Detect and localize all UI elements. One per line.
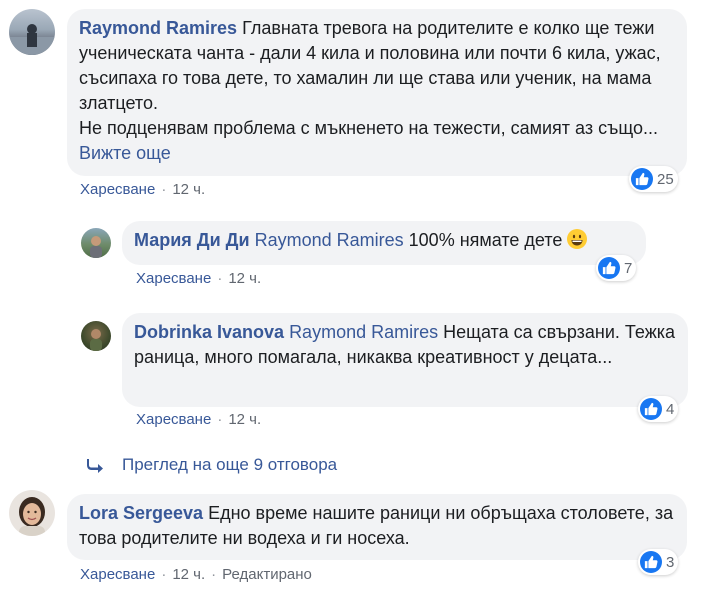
like-link[interactable]: Харесване: [136, 411, 211, 428]
like-link[interactable]: Харесване: [136, 270, 211, 287]
reactions-number: 7: [624, 259, 633, 277]
timestamp[interactable]: 12 ч.: [172, 181, 205, 198]
avatar-dobrinka[interactable]: [81, 321, 111, 351]
reply-author[interactable]: Мария Ди Ди: [134, 230, 250, 250]
avatar-maria[interactable]: [81, 228, 111, 258]
comment-author[interactable]: Lora Sergeeva: [79, 503, 203, 523]
like-icon: [640, 551, 662, 573]
like-icon: [640, 398, 662, 420]
avatar-lora[interactable]: [9, 490, 55, 536]
timestamp[interactable]: 12 ч.: [228, 411, 261, 428]
reactions-count[interactable]: 3: [638, 549, 679, 575]
like-link[interactable]: Харесване: [80, 566, 155, 583]
edited-label[interactable]: Редактирано: [222, 566, 312, 583]
comment-bubble: Raymond Ramires Главната тревога на роди…: [67, 9, 687, 176]
view-more-replies-link[interactable]: Преглед на още 9 отговора: [86, 455, 337, 475]
view-more-replies-label: Преглед на още 9 отговора: [122, 455, 338, 474]
reply-bubble: Мария Ди Ди Raymond Ramires 100% нямате …: [122, 221, 646, 265]
reactions-number: 25: [657, 170, 674, 188]
comment-bubble: Lora Sergeeva Едно време нашите раници н…: [67, 494, 687, 560]
reactions-number: 4: [666, 400, 675, 418]
reply-text: 100% нямате дете: [408, 230, 563, 250]
reactions-count[interactable]: 4: [638, 396, 679, 422]
like-link[interactable]: Харесване: [80, 181, 155, 198]
mention-link[interactable]: Raymond Ramires: [289, 322, 438, 342]
comment-meta: Харесване · 12 ч.: [80, 181, 206, 198]
like-icon: [631, 168, 653, 190]
grinning-emoji-icon: [567, 229, 588, 249]
reply-arrow-icon: [87, 459, 103, 473]
reply-meta: Харесване · 12 ч.: [136, 270, 262, 287]
reactions-number: 3: [666, 553, 675, 571]
avatar-raymond[interactable]: [9, 9, 55, 55]
timestamp[interactable]: 12 ч.: [228, 270, 261, 287]
mention-link[interactable]: Raymond Ramires: [255, 230, 404, 250]
timestamp[interactable]: 12 ч.: [172, 566, 205, 583]
comment-text-continued: Не подценявам проблема с мъкненето на те…: [79, 118, 658, 138]
reply-bubble: Dobrinka Ivanova Raymond Ramires Нещата …: [122, 313, 688, 407]
comment-meta: Харесване · 12 ч. · Редактирано: [80, 566, 312, 583]
reply-meta: Харесване · 12 ч.: [136, 411, 262, 428]
see-more-link[interactable]: Вижте още: [79, 143, 171, 163]
reactions-count[interactable]: 25: [629, 166, 678, 192]
reactions-count[interactable]: 7: [596, 255, 637, 281]
comment-author[interactable]: Raymond Ramires: [79, 18, 237, 38]
like-icon: [598, 257, 620, 279]
reply-author[interactable]: Dobrinka Ivanova: [134, 322, 284, 342]
